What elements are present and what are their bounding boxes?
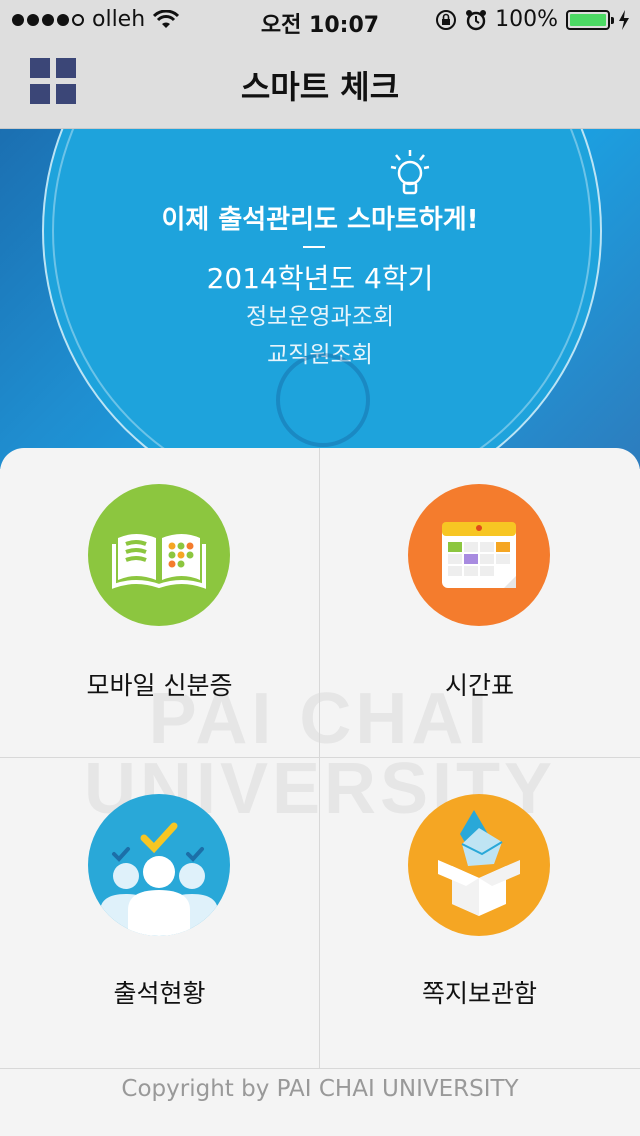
banner-term: 2014학년도 4학기: [206, 262, 434, 295]
attendance-label: 출석현황: [113, 979, 206, 1008]
message-box-label: 쪽지보관함: [421, 979, 537, 1008]
mobile-id-button[interactable]: 모바일 신분증: [0, 448, 319, 756]
banner-divider: [303, 246, 325, 248]
status-right: 100%: [435, 7, 630, 32]
battery-level: [570, 13, 606, 26]
timetable-button[interactable]: 시간표: [320, 448, 639, 756]
charging-icon: [619, 9, 629, 30]
rotation-lock-icon: [436, 9, 457, 30]
timetable-label: 시간표: [444, 671, 514, 700]
university-emblem: [276, 353, 370, 447]
attendance-button[interactable]: 출석현황: [0, 758, 319, 1066]
page-title: 스마트 체크: [240, 68, 400, 106]
book-icon: [88, 484, 230, 626]
footer-divider: [0, 1068, 640, 1069]
nav-bar: 스마트 체크: [0, 40, 640, 129]
banner: 이제 출석관리도 스마트하게! 2014학년도 4학기 정보운영과조회 교직원조…: [0, 129, 640, 469]
attendance-people-icon: [88, 794, 230, 936]
status-bar: olleh 오전 10:07 100%: [0, 0, 640, 40]
battery-icon: [566, 9, 614, 30]
mobile-id-label: 모바일 신분증: [86, 671, 233, 700]
banner-slogan: 이제 출석관리도 스마트하게!: [161, 205, 479, 235]
lightbulb-icon: [390, 150, 430, 195]
battery-percent: 100%: [495, 7, 558, 32]
alarm-icon: [466, 9, 487, 30]
message-box-button[interactable]: 쪽지보관함: [320, 758, 639, 1066]
calendar-icon: [408, 484, 550, 626]
copyright-text: Copyright by PAI CHAI UNIVERSITY: [121, 1076, 519, 1102]
menu-panel: PAI CHAI UNIVERSITY 모바일 신분증 시간표 출석현황 쪽지보…: [0, 448, 640, 1136]
message-box-icon: [408, 794, 550, 936]
operation-lookup-link[interactable]: 정보운영과조회: [0, 297, 640, 331]
